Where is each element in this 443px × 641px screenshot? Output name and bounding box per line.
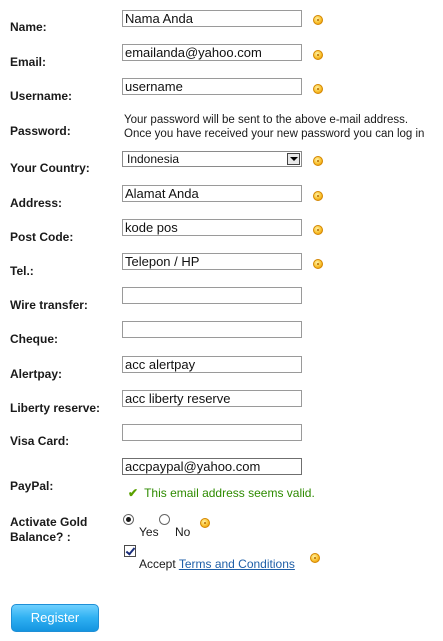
visa-card-label: Visa Card: (10, 434, 70, 448)
help-dot-icon[interactable] (313, 15, 323, 25)
gold-yes-label[interactable]: Yes (139, 525, 159, 539)
country-label: Your Country: (10, 161, 90, 175)
name-label: Name: (10, 20, 47, 34)
help-dot-icon[interactable] (310, 553, 320, 563)
chevron-down-icon[interactable] (287, 153, 300, 165)
liberty-reserve-input[interactable] (122, 390, 302, 407)
paypal-valid-text: This email address seems valid. (144, 486, 315, 500)
address-label: Address: (10, 196, 63, 210)
cheque-input[interactable] (122, 321, 302, 338)
gold-balance-label: Activate Gold Balance? : (10, 515, 87, 545)
checkmark-icon: ✔ (128, 486, 139, 500)
liberty-reserve-label: Liberty reserve: (10, 401, 101, 415)
email-input[interactable] (122, 44, 302, 61)
terms-link[interactable]: Terms and Conditions (179, 557, 295, 571)
visa-card-input[interactable] (122, 424, 302, 441)
terms-accept-text: Accept (139, 557, 176, 571)
terms-accept: Accept Terms and Conditions (139, 557, 295, 571)
country-selected-value: Indonesia (127, 152, 180, 166)
wire-transfer-input[interactable] (122, 287, 302, 304)
help-dot-icon[interactable] (313, 84, 323, 94)
paypal-input[interactable] (122, 458, 302, 475)
paypal-label: PayPal: (10, 479, 54, 493)
tel-input[interactable] (122, 253, 302, 270)
help-dot-icon[interactable] (313, 225, 323, 235)
help-dot-icon[interactable] (200, 518, 210, 528)
gold-no-radio[interactable] (159, 514, 170, 525)
alertpay-input[interactable] (122, 356, 302, 373)
password-note-line-1: Your password will be sent to the above … (124, 114, 409, 126)
postcode-input[interactable] (122, 219, 302, 236)
password-note-line-2: Once you have received your new password… (124, 128, 425, 140)
help-dot-icon[interactable] (313, 191, 323, 201)
name-input[interactable] (122, 10, 302, 27)
username-input[interactable] (122, 78, 302, 95)
gold-no-label[interactable]: No (175, 525, 190, 539)
tel-label: Tel.: (10, 264, 34, 278)
postcode-label: Post Code: (10, 230, 74, 244)
password-note: Your password will be sent to the above … (124, 113, 424, 141)
help-dot-icon[interactable] (313, 156, 323, 166)
alertpay-label: Alertpay: (10, 367, 63, 381)
email-label: Email: (10, 55, 47, 69)
password-label: Password: (10, 124, 71, 138)
gold-balance-label-line-1: Activate Gold (10, 515, 88, 529)
register-button[interactable]: Register (11, 604, 99, 632)
help-dot-icon[interactable] (313, 259, 323, 269)
wire-transfer-label: Wire transfer: (10, 298, 88, 312)
terms-checkbox[interactable] (124, 545, 136, 557)
country-select[interactable]: Indonesia (122, 151, 302, 167)
gold-balance-label-line-2: Balance? : (10, 530, 71, 544)
gold-yes-radio[interactable] (123, 514, 134, 525)
cheque-label: Cheque: (10, 332, 58, 346)
username-label: Username: (10, 89, 73, 103)
address-input[interactable] (122, 185, 302, 202)
paypal-valid-message: ✔ This email address seems valid. (128, 486, 315, 500)
help-dot-icon[interactable] (313, 50, 323, 60)
